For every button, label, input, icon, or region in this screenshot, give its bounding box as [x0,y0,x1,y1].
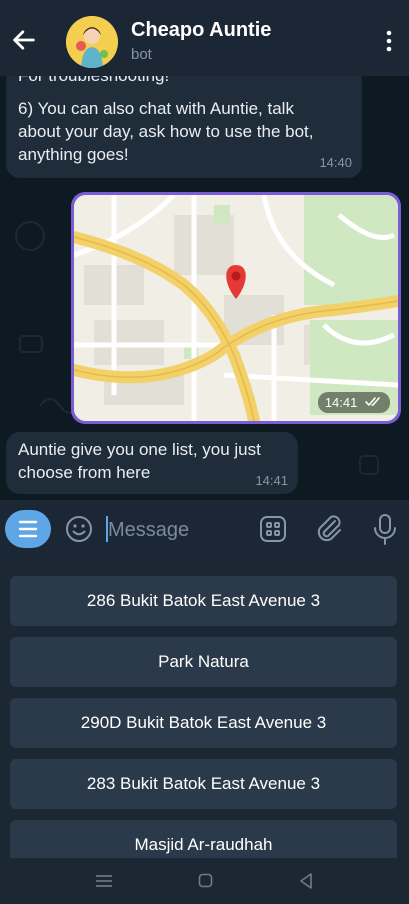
map-image [74,195,398,421]
attach-icon[interactable] [313,512,345,546]
arrow-left-icon[interactable] [10,26,38,54]
microphone-icon[interactable] [370,512,400,546]
recent-apps-icon[interactable] [95,874,113,888]
chat-header: Cheapo Auntie bot [0,0,409,76]
message-input[interactable] [106,514,250,546]
keyboard-option-button[interactable]: Park Natura [10,637,397,687]
avatar[interactable] [66,16,118,68]
bot-commands-icon[interactable] [258,514,288,544]
bot-reply-keyboard: 286 Bukit Batok East Avenue 3 Park Natur… [0,560,409,858]
message-time-badge: 14:41 [317,392,390,413]
keyboard-option-button[interactable]: 290D Bukit Batok East Avenue 3 [10,698,397,748]
message-line: Auntie give you one list, you just [18,440,261,459]
back-nav-icon[interactable] [298,872,314,890]
emoji-icon[interactable] [64,514,94,544]
message-line: 6) You can also chat with Auntie, talk [18,99,294,118]
keyboard-option-button[interactable]: Masjid Ar-raudhah [10,820,397,858]
bot-keyboard-button[interactable] [5,510,51,548]
message-line: choose from here [18,463,151,482]
message-composer [0,500,409,560]
chat-subtitle: bot [131,46,152,63]
more-vertical-icon[interactable] [385,30,393,52]
menu-icon [18,520,38,538]
chat-title[interactable]: Cheapo Auntie [131,19,271,42]
home-icon[interactable] [198,873,213,888]
keyboard-option-button[interactable]: 286 Bukit Batok East Avenue 3 [10,576,397,626]
message-line: anything goes! [18,145,129,164]
map-preview[interactable]: 14:41 [74,195,398,421]
message-line: about your day, ask how to use the bot, [18,122,314,141]
message-bubble[interactable]: For troubleshooting! 6) You can also cha… [6,76,362,178]
chat-area[interactable]: For troubleshooting! 6) You can also cha… [0,76,409,500]
message-time: 14:41 [255,473,288,488]
message-time: 14:40 [319,155,352,170]
message-line: For troubleshooting! [18,76,169,86]
double-check-icon [365,397,380,407]
location-message[interactable]: 14:41 [71,192,401,424]
keyboard-option-button[interactable]: 283 Bukit Batok East Avenue 3 [10,759,397,809]
message-bubble[interactable]: Auntie give you one list, you just choos… [6,432,298,494]
system-navigation-bar [0,858,409,904]
message-time: 14:41 [324,395,358,410]
text-cursor [106,516,108,542]
